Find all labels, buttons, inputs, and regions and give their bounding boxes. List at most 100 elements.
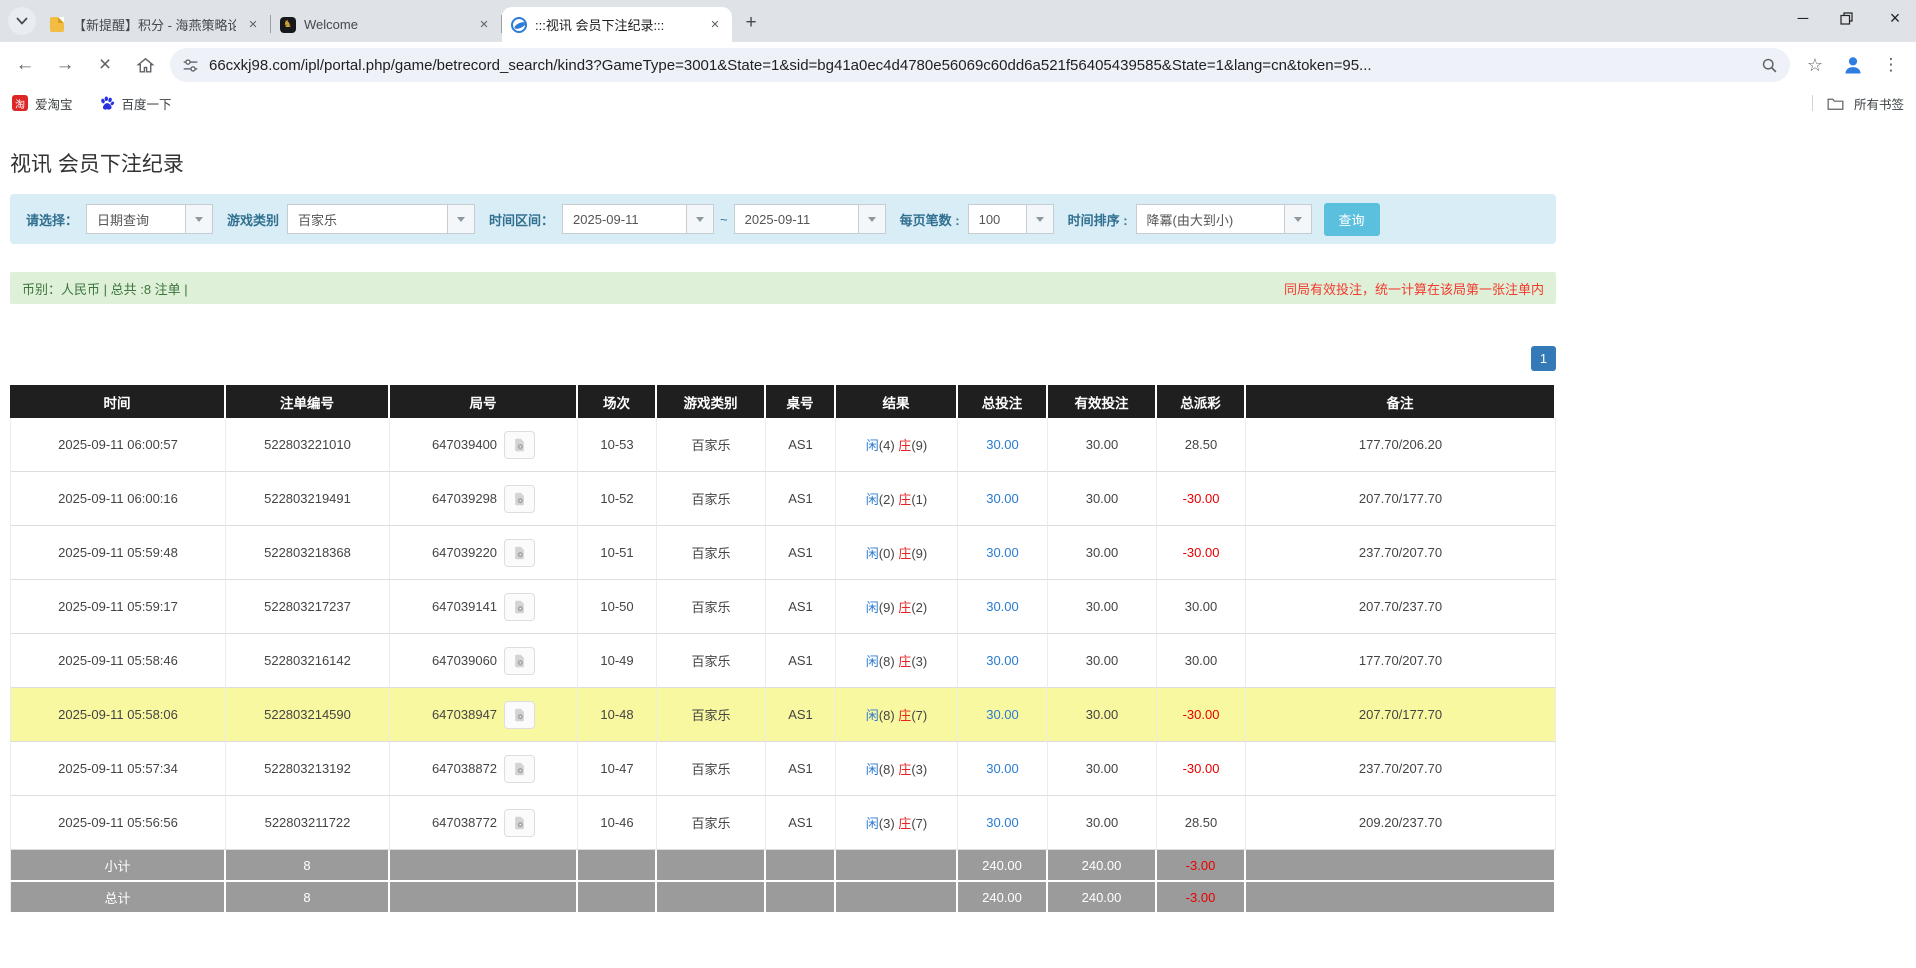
banker-result: 庄 [898, 816, 911, 831]
tab-search-button[interactable] [8, 7, 36, 35]
stop-loading-button[interactable]: × [90, 50, 120, 80]
total-bet-link[interactable]: 30.00 [986, 653, 1019, 668]
cell-total-bet[interactable]: 30.00 [958, 526, 1048, 580]
video-replay-button[interactable] [504, 809, 535, 837]
sort-order-select[interactable]: 降冪(由大到小) [1136, 204, 1312, 234]
table-row[interactable]: 2025-09-11 05:56:56522803211722647038772… [10, 796, 1556, 850]
game-type-select[interactable]: 百家乐 [287, 204, 475, 234]
cell-total-bet[interactable]: 30.00 [958, 580, 1048, 634]
url-text[interactable]: 66cxkj98.com/ipl/portal.php/game/betreco… [209, 57, 1751, 74]
dropdown-arrow-icon[interactable] [447, 205, 474, 233]
tab-close-icon[interactable]: × [244, 16, 262, 34]
query-mode-select[interactable]: 日期查询 [86, 204, 213, 234]
back-button[interactable]: ← [10, 50, 40, 80]
cell-total-bet[interactable]: 30.00 [958, 634, 1048, 688]
tab-welcome[interactable]: ♞ Welcome × [271, 7, 501, 42]
cell-table-no: AS1 [766, 796, 836, 850]
video-replay-button[interactable] [504, 539, 535, 567]
cell-bet-id: 522803216142 [226, 634, 390, 688]
date-to-select[interactable]: 2025-09-11 [734, 204, 886, 234]
home-button[interactable] [130, 50, 160, 80]
table-row[interactable]: 2025-09-11 05:58:06522803214590647038947… [10, 688, 1556, 742]
total-row: 总计8240.00240.00-3.00 [10, 882, 1556, 914]
summary-cell: -3.00 [1157, 882, 1246, 914]
person-icon [1841, 53, 1865, 77]
video-replay-button[interactable] [504, 755, 535, 783]
table-row[interactable]: 2025-09-11 06:00:57522803221010647039400… [10, 418, 1556, 472]
minimize-button[interactable]: ─ [1794, 10, 1812, 27]
tab-close-icon[interactable]: × [475, 16, 493, 34]
date-to-value: 2025-09-11 [735, 212, 858, 227]
cell-time: 2025-09-11 05:59:48 [10, 526, 226, 580]
cell-total-bet[interactable]: 30.00 [958, 472, 1048, 526]
video-replay-button[interactable] [504, 485, 535, 513]
table-row[interactable]: 2025-09-11 05:57:34522803213192647038872… [10, 742, 1556, 796]
cell-game-type: 百家乐 [657, 742, 766, 796]
profile-avatar[interactable] [1840, 52, 1866, 78]
zoom-icon[interactable] [1761, 57, 1778, 74]
total-bet-link[interactable]: 30.00 [986, 599, 1019, 614]
dropdown-arrow-icon[interactable] [185, 205, 212, 233]
cell-table-no: AS1 [766, 418, 836, 472]
tab-betrecord-active[interactable]: :::视讯 会员下注纪录::: × [502, 7, 732, 42]
cell-total-bet[interactable]: 30.00 [958, 742, 1048, 796]
summary-cell [766, 850, 836, 882]
tab-close-icon[interactable]: × [706, 16, 724, 34]
betrecord-favicon-icon [510, 16, 527, 33]
browser-menu-button[interactable]: ⋮ [1876, 50, 1906, 80]
table-row[interactable]: 2025-09-11 06:00:16522803219491647039298… [10, 472, 1556, 526]
cell-game-type: 百家乐 [657, 580, 766, 634]
rule-notice-text: 同局有效投注，统一计算在该局第一张注单内 [1284, 279, 1544, 298]
maximize-button[interactable] [1840, 12, 1858, 25]
cell-game-type: 百家乐 [657, 526, 766, 580]
player-result: 闲 [866, 816, 879, 831]
dropdown-arrow-icon[interactable] [858, 205, 885, 233]
summary-cell [578, 850, 657, 882]
total-bet-link[interactable]: 30.00 [986, 545, 1019, 560]
tab-forum[interactable]: 【新提醒】积分 - 海燕策略论坛 × [40, 7, 270, 42]
cell-game-type: 百家乐 [657, 688, 766, 742]
summary-cell: -3.00 [1157, 850, 1246, 882]
page-size-select[interactable]: 100 [968, 204, 1054, 234]
video-replay-button[interactable] [504, 701, 535, 729]
banker-result: 庄 [898, 492, 911, 507]
table-row[interactable]: 2025-09-11 05:58:46522803216142647039060… [10, 634, 1556, 688]
total-bet-link[interactable]: 30.00 [986, 707, 1019, 722]
cell-bet-id: 522803221010 [226, 418, 390, 472]
bookmark-star-icon[interactable]: ☆ [1800, 50, 1830, 80]
cell-total-bet[interactable]: 30.00 [958, 688, 1048, 742]
table-row[interactable]: 2025-09-11 05:59:17522803217237647039141… [10, 580, 1556, 634]
table-row[interactable]: 2025-09-11 05:59:48522803218368647039220… [10, 526, 1556, 580]
dropdown-arrow-icon[interactable] [1026, 205, 1053, 233]
address-bar[interactable]: 66cxkj98.com/ipl/portal.php/game/betreco… [170, 48, 1790, 82]
cell-note: 207.70/237.70 [1246, 580, 1556, 634]
total-bet-link[interactable]: 30.00 [986, 815, 1019, 830]
cell-total-bet[interactable]: 30.00 [958, 796, 1048, 850]
tab-title: Welcome [304, 17, 467, 32]
navigation-bar: ← → × 66cxkj98.com/ipl/portal.php/game/b… [0, 42, 1916, 88]
cell-valid-bet: 30.00 [1048, 526, 1157, 580]
site-info-icon[interactable] [182, 57, 199, 74]
cell-table-no: AS1 [766, 634, 836, 688]
bookmarks-divider [1812, 95, 1813, 111]
query-button[interactable]: 查询 [1324, 203, 1380, 236]
video-replay-button[interactable] [504, 647, 535, 675]
cell-total-bet[interactable]: 30.00 [958, 418, 1048, 472]
date-from-select[interactable]: 2025-09-11 [562, 204, 714, 234]
total-bet-link[interactable]: 30.00 [986, 761, 1019, 776]
dropdown-arrow-icon[interactable] [686, 205, 713, 233]
bookmark-baidu[interactable]: 百度一下 [99, 94, 172, 113]
new-tab-button[interactable]: + [738, 10, 764, 36]
total-bet-link[interactable]: 30.00 [986, 491, 1019, 506]
video-replay-button[interactable] [504, 593, 535, 621]
page-1-button[interactable]: 1 [1531, 346, 1556, 371]
dropdown-arrow-icon[interactable] [1284, 205, 1311, 233]
close-window-button[interactable]: × [1886, 8, 1904, 29]
video-replay-button[interactable] [504, 431, 535, 459]
all-bookmarks-button[interactable]: 所有书签 [1854, 94, 1904, 113]
table-header-row: 时间注单编号局号场次游戏类别桌号结果总投注有效投注总派彩备注 [10, 385, 1556, 418]
total-bet-link[interactable]: 30.00 [986, 437, 1019, 452]
column-header: 桌号 [766, 385, 836, 418]
bookmark-aitaobao[interactable]: 淘 爱淘宝 [12, 94, 73, 113]
forward-button[interactable]: → [50, 50, 80, 80]
